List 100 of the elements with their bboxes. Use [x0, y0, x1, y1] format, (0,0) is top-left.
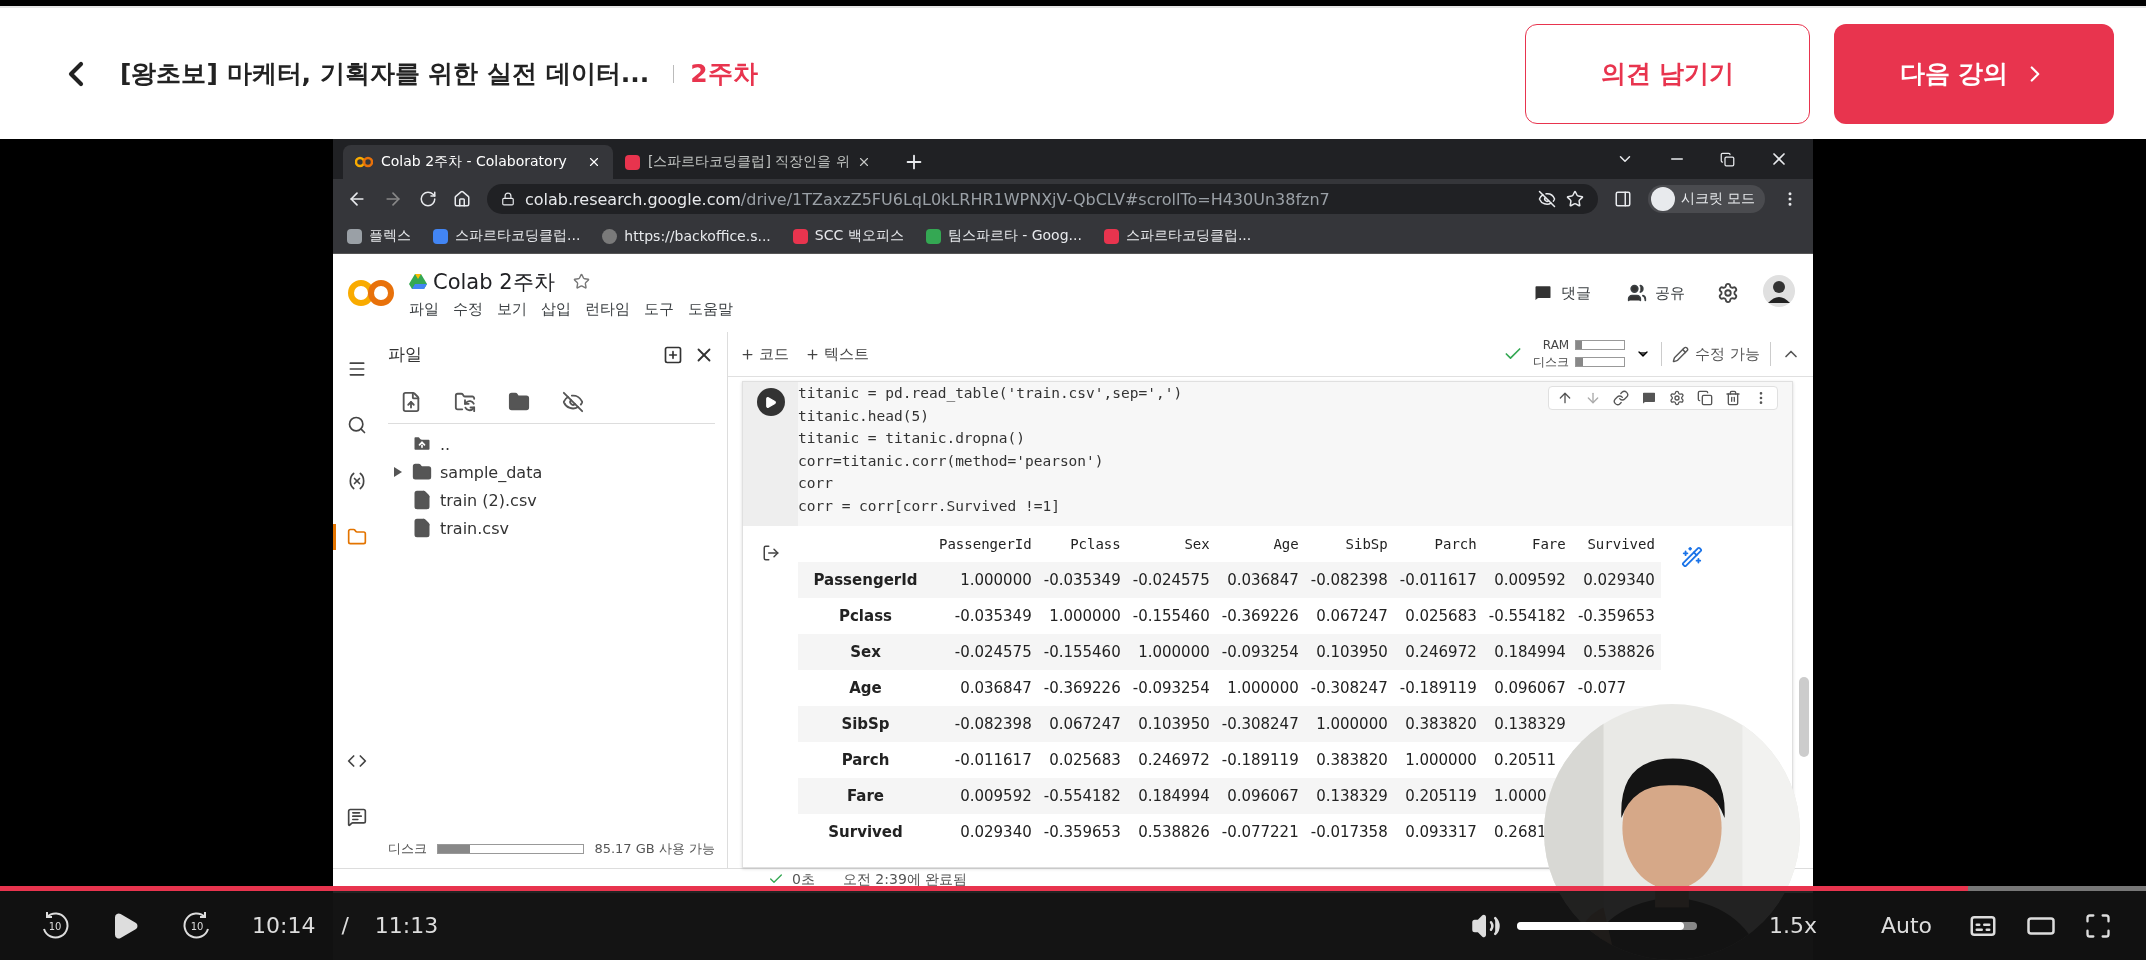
- comment-icon[interactable]: [1641, 390, 1657, 406]
- table-cell: 1.000000: [1405, 750, 1477, 769]
- side-panel-icon[interactable]: [1613, 190, 1632, 208]
- table-cell: -0.077: [1577, 678, 1627, 697]
- bookmark[interactable]: 플렉스: [347, 227, 411, 245]
- table-cell: 0.036847: [1227, 570, 1299, 589]
- ram-label: RAM: [1541, 337, 1570, 352]
- feedback-button[interactable]: 의견 남기기: [1525, 23, 1810, 124]
- home-icon[interactable]: [453, 190, 471, 208]
- volume-fill[interactable]: [1516, 921, 1685, 930]
- close-icon[interactable]: [857, 155, 871, 169]
- file-name[interactable]: ..: [440, 434, 451, 454]
- menu-item[interactable]: 도구: [644, 299, 674, 319]
- table-cell: 0.096067: [1227, 786, 1299, 805]
- folder-icon: [347, 527, 367, 547]
- play-icon: [764, 395, 777, 409]
- table-cell: -0.308247: [1221, 714, 1299, 733]
- table-cell: 0.184994: [1138, 786, 1210, 805]
- disk-label: 디스크: [388, 840, 427, 858]
- menu-item[interactable]: 런타임: [585, 299, 630, 319]
- table-cell: 0.029340: [960, 822, 1032, 841]
- table-cell: 0.205119: [1405, 786, 1477, 805]
- menu-item[interactable]: 보기: [497, 299, 527, 319]
- elapsed-time: 0초: [792, 871, 815, 889]
- menu-item[interactable]: 수정: [453, 299, 483, 319]
- table-cell: 0.103950: [1138, 714, 1210, 733]
- hide-icon[interactable]: [562, 391, 584, 413]
- link-icon[interactable]: [1613, 390, 1629, 406]
- menu-item[interactable]: 도움말: [688, 299, 733, 319]
- file-name[interactable]: train (2).csv: [440, 490, 537, 510]
- table-cell: -0.369226: [1221, 606, 1299, 625]
- table-cell: 0.025683: [1405, 606, 1477, 625]
- bookmark[interactable]: 스파르타코딩클럽...: [1103, 227, 1252, 245]
- bookmark[interactable]: https://backoffice.s...: [602, 228, 771, 244]
- folder-icon: [412, 462, 432, 482]
- wand-icon[interactable]: [1680, 545, 1703, 568]
- table-cell: -0.554182: [1043, 786, 1121, 805]
- scrollbar-thumb[interactable]: [1799, 677, 1809, 757]
- code-line: titanic.head(5): [798, 406, 930, 426]
- address-field[interactable]: colab.research.google.com/drive/1TZaxzZ5FU6LqL0kLRHR1WPNXjV-QbCLV#scrollTo=H430Un38fzn7: [487, 184, 1598, 214]
- table-cell: 0.383820: [1316, 750, 1388, 769]
- bookmark[interactable]: 스파르타코딩클럽...: [433, 227, 581, 245]
- delete-icon[interactable]: [1725, 390, 1741, 406]
- menu-item[interactable]: 파일: [409, 299, 439, 319]
- fullscreen-button[interactable]: [2084, 911, 2112, 940]
- rewind-button[interactable]: 10: [38, 908, 72, 943]
- disk-free-text: 85.17 GB 사용 가능: [594, 840, 715, 858]
- lock-icon: [501, 192, 515, 206]
- expand-icon[interactable]: [392, 467, 404, 477]
- output-icon[interactable]: [761, 543, 780, 562]
- reload-icon[interactable]: [419, 190, 437, 208]
- copy-icon[interactable]: [1697, 390, 1713, 406]
- table-cell: -0.369226: [1043, 678, 1121, 697]
- code-line: titanic = pd.read_table('train.csv',sep=','): [798, 384, 1183, 404]
- move-up-icon[interactable]: [1557, 390, 1573, 406]
- file-name[interactable]: sample_data: [440, 462, 543, 482]
- refresh-folder-icon[interactable]: [454, 391, 476, 413]
- bookmark[interactable]: SCC 백오피스: [792, 227, 904, 245]
- notebook-title[interactable]: Colab 2주차: [433, 267, 555, 296]
- profile-button[interactable]: 시크릿 모드: [1647, 185, 1765, 213]
- time-separator: /: [341, 913, 349, 938]
- drive-icon: [409, 273, 427, 290]
- table-cell: -0.024575: [954, 642, 1032, 661]
- close-icon[interactable]: [587, 155, 601, 169]
- table-cell: 0.2681: [1494, 822, 1547, 841]
- table-cell: 1.000000: [1138, 642, 1210, 661]
- menu-item[interactable]: 삽입: [541, 299, 571, 319]
- browser-tab[interactable]: [스파르타코딩클럽] 직장인을 위: [613, 145, 883, 179]
- settings-icon[interactable]: [1717, 282, 1739, 304]
- eye-off-icon[interactable]: [1537, 190, 1556, 208]
- next-lecture-button[interactable]: 다음 강의: [1834, 23, 2114, 124]
- bookmark[interactable]: 팀스파르타 - Goog...: [925, 227, 1082, 245]
- table-cell: 0.246972: [1405, 642, 1477, 661]
- add-code-button[interactable]: 코드: [740, 344, 789, 364]
- upload-icon[interactable]: [400, 391, 422, 413]
- table-cell: -0.011617: [1399, 570, 1477, 589]
- add-text-button[interactable]: 텍스트: [805, 344, 869, 364]
- row-header: Sex: [798, 633, 933, 670]
- table-cell: 0.009592: [1494, 570, 1566, 589]
- forward-button[interactable]: 10: [180, 908, 214, 943]
- share-button[interactable]: 공유: [1627, 283, 1685, 303]
- table-cell: -0.077221: [1221, 822, 1299, 841]
- table-cell: -0.308247: [1310, 678, 1388, 697]
- comments-button[interactable]: 댓글: [1533, 283, 1591, 303]
- quality-button[interactable]: Auto: [1880, 913, 1932, 938]
- speed-button[interactable]: 1.5x: [1768, 913, 1817, 938]
- table-cell: -0.011617: [954, 750, 1032, 769]
- edit-mode-button[interactable]: 수정 가능: [1672, 344, 1760, 364]
- restore-icon[interactable]: [1720, 151, 1735, 167]
- browser-tab[interactable]: Colab 2주차 - Colaboratory: [343, 145, 613, 179]
- table-cell: 1.000000: [1316, 714, 1388, 733]
- file-name[interactable]: train.csv: [440, 518, 509, 538]
- run-button[interactable]: [756, 388, 785, 416]
- settings-icon[interactable]: [1669, 390, 1685, 406]
- row-header: Survived: [798, 813, 933, 850]
- avatar-icon[interactable]: [1763, 275, 1795, 307]
- star-icon[interactable]: [572, 273, 590, 290]
- bookmark-icon: [625, 154, 640, 170]
- table-cell: 0.184994: [1494, 642, 1566, 661]
- table-cell: 0.538826: [1138, 822, 1210, 841]
